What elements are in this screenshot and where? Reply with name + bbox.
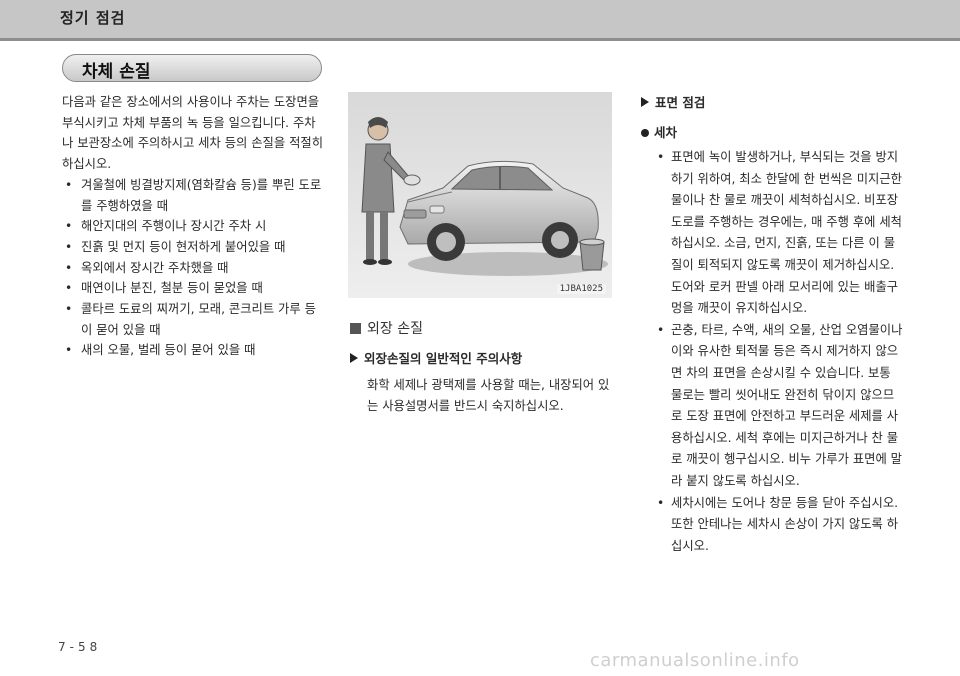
car-wash-item: 표면에 녹이 발생하거나, 부식되는 것을 방지하기 위하여, 최소 한달에 한…: [655, 147, 905, 320]
car-wash-item-extra: 도어와 로커 판넬 아래 모서리에 있는 배출구멍을 깨끗이 유지하십시오.: [671, 279, 899, 316]
car-washing-illustration: 1JBA1025: [348, 92, 612, 298]
car-wash-subheading: 세차: [641, 122, 677, 141]
car-wash-item: 세차시에는 도어나 창문 등을 닫아 주십시오. 또한 안테나는 세차시 손상이…: [655, 493, 905, 558]
car-wash-item-text: 곤충, 타르, 수액, 새의 오물, 산업 오염물이나 이와 유사한 퇴적물 등…: [671, 322, 903, 488]
car-wash-subheading-text: 세차: [654, 125, 678, 140]
watermark: carmanualsonline.info: [590, 650, 800, 671]
bullet-dot-icon: [641, 129, 649, 137]
illustration-code: 1JBA1025: [556, 284, 606, 294]
condition-list: 겨울철에 빙결방지제(염화칼슘 등)를 뿌린 도로를 주행하였을 때 해안지대의…: [62, 175, 324, 361]
intro-column: 다음과 같은 장소에서의 사용이나 주차는 도장면을 부식시키고 차체 부품의 …: [62, 92, 324, 361]
condition-item: 진흙 및 먼지 등이 현저하게 붙어있을 때: [62, 237, 324, 258]
condition-item: 옥외에서 장시간 주차했을 때: [62, 258, 324, 279]
caution-heading-text: 외장손질의 일반적인 주의사항: [364, 351, 523, 366]
triangle-arrow-icon: [350, 353, 358, 363]
header-band: [0, 0, 960, 38]
caution-text: 화학 세제나 광택제를 사용할 때는, 내장되어 있는 사용설명서를 반드시 숙…: [367, 378, 610, 413]
condition-item: 해안지대의 주행이나 장시간 주차 시: [62, 216, 324, 237]
condition-item: 매연이나 분진, 철분 등이 묻었을 때: [62, 278, 324, 299]
car-wash-list: 표면에 녹이 발생하거나, 부식되는 것을 방지하기 위하여, 최소 한달에 한…: [655, 147, 905, 557]
intro-paragraph: 다음과 같은 장소에서의 사용이나 주차는 도장면을 부식시키고 차체 부품의 …: [62, 95, 324, 172]
header-divider: [0, 38, 960, 41]
condition-item: 콜타르 도료의 찌꺼기, 모래, 콘크리트 가루 등이 묻어 있을 때: [62, 299, 324, 340]
triangle-arrow-icon: [641, 97, 649, 107]
condition-item: 겨울철에 빙결방지제(염화칼슘 등)를 뿌린 도로를 주행하였을 때: [62, 175, 324, 216]
surface-check-heading: 표면 점검: [641, 92, 705, 111]
car-washing-drawing: [348, 92, 612, 298]
surface-check-heading-text: 표면 점검: [655, 95, 706, 110]
car-wash-item-text: 표면에 녹이 발생하거나, 부식되는 것을 방지하기 위하여, 최소 한달에 한…: [671, 150, 902, 272]
chapter-title: 정기 점검: [60, 9, 126, 27]
page-number: 7-58: [58, 640, 102, 654]
exterior-care-heading-text: 외장 손질: [367, 321, 423, 337]
caution-heading: 외장손질의 일반적인 주의사항: [350, 348, 522, 367]
condition-item: 새의 오물, 벌레 등이 묻어 있을 때: [62, 340, 324, 361]
exterior-care-heading: 외장 손질: [350, 318, 423, 338]
car-wash-item: 곤충, 타르, 수액, 새의 오물, 산업 오염물이나 이와 유사한 퇴적물 등…: [655, 320, 905, 493]
section-title: 차체 손질: [82, 62, 151, 82]
square-bullet-icon: [350, 323, 361, 334]
car-wash-item-text: 세차시에는 도어나 창문 등을 닫아 주십시오. 또한 안테나는 세차시 손상이…: [671, 495, 899, 553]
